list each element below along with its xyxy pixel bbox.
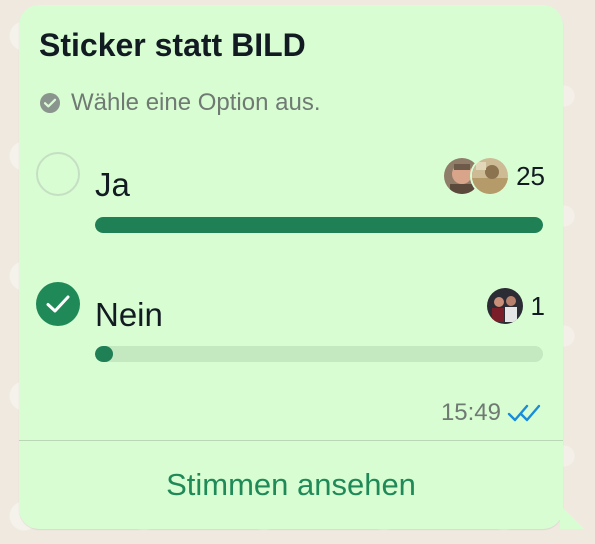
- vote-count: 1: [530, 290, 545, 321]
- vote-progress-fill: [95, 217, 543, 233]
- option-voters[interactable]: 25: [442, 156, 545, 196]
- avatar-group-photo-icon: [486, 288, 523, 324]
- bubble-tail: [560, 505, 584, 529]
- vote-progress-bar: [95, 217, 543, 233]
- poll-title: Sticker statt BILD: [39, 27, 306, 63]
- option-radio-checked[interactable]: [36, 282, 80, 326]
- voter-avatar: [484, 286, 525, 326]
- poll-subtitle: Wähle eine Option aus.: [71, 89, 321, 116]
- poll-option-ja[interactable]: Ja 25: [35, 148, 545, 238]
- message-time: 15:49: [440, 399, 501, 426]
- vote-progress-fill: [95, 346, 113, 362]
- option-radio-unchecked[interactable]: [36, 152, 80, 196]
- vote-count: 25: [516, 160, 545, 191]
- avatar-landscape-icon: [472, 158, 509, 194]
- vote-progress-bar: [95, 346, 543, 362]
- divider: [19, 440, 563, 441]
- double-check-icon: [507, 404, 541, 422]
- poll-instruction: Wähle eine Option aus.: [39, 89, 320, 117]
- message-meta: 15:49: [441, 399, 543, 427]
- option-label: Nein: [95, 296, 163, 333]
- option-label: Ja: [95, 166, 130, 203]
- check-circle-icon: [40, 93, 60, 113]
- option-voters[interactable]: 1: [484, 286, 545, 326]
- poll-option-nein[interactable]: Nein 1: [35, 278, 545, 368]
- poll-message-bubble: Sticker statt BILD Wähle eine Option aus…: [19, 5, 563, 529]
- view-votes-button[interactable]: Stimmen ansehen: [19, 467, 563, 503]
- voter-avatar: [470, 156, 511, 196]
- checkmark-icon: [46, 295, 70, 313]
